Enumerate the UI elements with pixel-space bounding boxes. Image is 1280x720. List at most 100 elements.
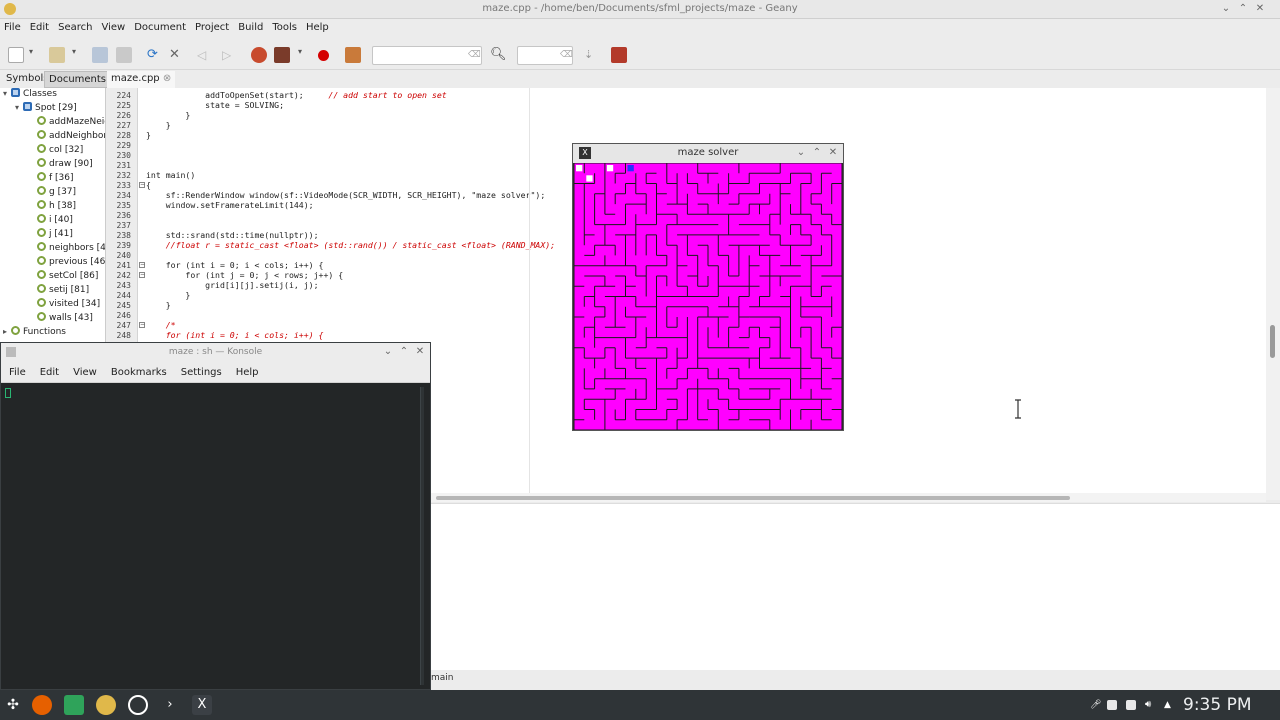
maze-window-titlebar[interactable]: X maze solver ⌄ ⌃ ✕ xyxy=(573,144,843,163)
vertical-scroll-thumb[interactable] xyxy=(1270,325,1275,358)
maze-solver-window[interactable]: X maze solver ⌄ ⌃ ✕ xyxy=(572,143,844,431)
close-file-icon[interactable]: ✕ xyxy=(169,47,185,63)
minimize-icon[interactable]: ⌄ xyxy=(382,346,394,358)
search-clear-icon[interactable]: ⌫ xyxy=(468,50,481,60)
konsole-window[interactable]: maze : sh — Konsole ⌄ ⌃ ✕ File Edit View Bo… xyxy=(0,342,431,690)
menu-edit[interactable]: Edit xyxy=(26,19,54,33)
clipboard-icon[interactable] xyxy=(1107,700,1117,710)
nav-back-icon[interactable]: ◁ xyxy=(197,47,213,63)
menu-document[interactable]: Document xyxy=(130,19,191,33)
fold-toggle-icon[interactable]: − xyxy=(139,182,145,188)
symbol-tree[interactable]: ▾Classes ▾Spot [29] addMazeNeigh addNeig… xyxy=(0,88,106,342)
nav-forward-icon[interactable]: ▷ xyxy=(222,47,238,63)
tree-row-member[interactable]: setCol [86] xyxy=(37,270,98,284)
konsole-taskbar-icon[interactable]: › xyxy=(160,695,180,715)
app-launcher-icon[interactable]: ✣ xyxy=(3,695,23,715)
tree-row-member[interactable]: walls [43] xyxy=(37,312,93,326)
close-icon[interactable]: ✕ xyxy=(827,147,839,159)
new-file-icon[interactable] xyxy=(8,47,24,63)
konsole-menu-edit[interactable]: Edit xyxy=(32,362,65,378)
tray-expand-icon[interactable]: ▲ xyxy=(1164,700,1174,710)
tree-row-member[interactable]: setij [81] xyxy=(37,284,89,298)
open-file-icon[interactable] xyxy=(49,47,65,63)
quit-icon[interactable] xyxy=(611,47,627,63)
save-icon[interactable] xyxy=(92,47,108,63)
menu-build[interactable]: Build xyxy=(234,19,268,33)
volume-icon[interactable]: 🔊︎ xyxy=(1145,700,1155,710)
tab-close-icon[interactable]: ⊗ xyxy=(163,73,171,84)
x11-taskbar-icon[interactable]: X xyxy=(192,695,212,715)
editor-vertical-scrollbar[interactable] xyxy=(1266,88,1280,500)
window-titlebar[interactable]: maze.cpp - /home/ben/Documents/sfml_proj… xyxy=(0,0,1280,19)
tree-row-member[interactable]: f [36] xyxy=(37,172,74,186)
horizontal-scroll-thumb[interactable] xyxy=(436,496,1070,500)
open-dropdown-icon[interactable]: ▾ xyxy=(72,47,80,63)
save-all-icon[interactable] xyxy=(116,47,132,63)
search-icon[interactable]: 🔍︎ xyxy=(490,47,507,63)
clock[interactable]: 9:35 PM xyxy=(1183,695,1252,715)
close-icon[interactable]: ✕ xyxy=(414,346,426,358)
expander-icon[interactable]: ▾ xyxy=(3,89,11,98)
tree-row-member[interactable]: col [32] xyxy=(37,144,83,158)
expander-icon[interactable]: ▾ xyxy=(15,103,23,112)
menu-file[interactable]: File xyxy=(0,19,26,33)
tree-row-member[interactable]: j [41] xyxy=(37,228,73,242)
konsole-menu-settings[interactable]: Settings xyxy=(173,362,228,378)
expander-icon[interactable]: ▸ xyxy=(3,327,11,336)
tree-row-member[interactable]: h [38] xyxy=(37,200,76,214)
steam-icon[interactable] xyxy=(128,695,148,715)
build-icon[interactable] xyxy=(274,47,290,63)
konsole-menu-help[interactable]: Help xyxy=(228,362,265,378)
maximize-icon[interactable]: ⌃ xyxy=(1237,3,1249,15)
konsole-scrollbar[interactable] xyxy=(420,387,424,685)
firefox-icon[interactable] xyxy=(32,695,52,715)
konsole-menu-view[interactable]: View xyxy=(65,362,103,378)
notifications-icon[interactable] xyxy=(1126,700,1136,710)
color-chooser-icon[interactable] xyxy=(345,47,361,63)
konsole-titlebar[interactable]: maze : sh — Konsole ⌄ ⌃ ✕ xyxy=(1,343,430,362)
minimize-icon[interactable]: ⌄ xyxy=(1220,3,1232,15)
code-line: //float r = static_cast <float> (std::ra… xyxy=(146,240,555,250)
tab-documents[interactable]: Documents xyxy=(44,71,112,88)
menu-search[interactable]: Search xyxy=(54,19,97,33)
message-panel[interactable] xyxy=(431,503,1280,670)
fold-toggle-icon[interactable]: − xyxy=(139,262,145,268)
close-icon[interactable]: ✕ xyxy=(1254,3,1266,15)
tab-maze-cpp[interactable]: maze.cpp ⊗ xyxy=(107,71,176,88)
tree-row-member[interactable]: addMazeNeigh xyxy=(37,116,105,130)
tree-row-functions[interactable]: ▸ Functions xyxy=(3,326,66,340)
build-dropdown-icon[interactable]: ▾ xyxy=(298,47,306,63)
tree-row-member[interactable]: visited [34] xyxy=(37,298,100,312)
microphone-icon[interactable]: 🎤︎ xyxy=(1090,700,1101,710)
tree-row-member[interactable]: neighbors [45 xyxy=(37,242,105,256)
compile-icon[interactable] xyxy=(251,47,267,63)
konsole-menu-bookmarks[interactable]: Bookmarks xyxy=(103,362,173,378)
fold-toggle-icon[interactable]: − xyxy=(139,322,145,328)
tree-row-member[interactable]: g [37] xyxy=(37,186,76,200)
menu-project[interactable]: Project xyxy=(191,19,234,33)
tree-row-member[interactable]: i [40] xyxy=(37,214,73,228)
geany-taskbar-icon[interactable] xyxy=(96,695,116,715)
new-file-dropdown-icon[interactable]: ▾ xyxy=(29,47,37,63)
run-icon[interactable] xyxy=(318,50,329,61)
maximize-icon[interactable]: ⌃ xyxy=(811,147,823,159)
file-manager-icon[interactable] xyxy=(64,695,84,715)
member-icon xyxy=(37,158,46,167)
tree-row-member[interactable]: addNeighbors xyxy=(37,130,105,144)
tree-row-classes[interactable]: ▾ Classes xyxy=(3,88,57,102)
tree-row-member[interactable]: draw [90] xyxy=(37,158,93,172)
maximize-icon[interactable]: ⌃ xyxy=(398,346,410,358)
search-input[interactable] xyxy=(372,46,482,65)
fold-toggle-icon[interactable]: − xyxy=(139,272,145,278)
menu-view[interactable]: View xyxy=(97,19,130,33)
maze-canvas[interactable] xyxy=(574,163,842,430)
goto-clear-icon[interactable]: ⌫ xyxy=(560,50,573,60)
reload-icon[interactable]: ⟳ xyxy=(147,47,163,63)
konsole-menu-file[interactable]: File xyxy=(1,362,32,378)
menu-help[interactable]: Help xyxy=(302,19,334,33)
tree-row-spot[interactable]: ▾ Spot [29] xyxy=(15,102,77,116)
minimize-icon[interactable]: ⌄ xyxy=(795,147,807,159)
menu-tools[interactable]: Tools xyxy=(268,19,302,33)
tree-row-member[interactable]: previous [46] xyxy=(37,256,105,270)
goto-line-icon[interactable]: ⇣ xyxy=(584,47,600,63)
